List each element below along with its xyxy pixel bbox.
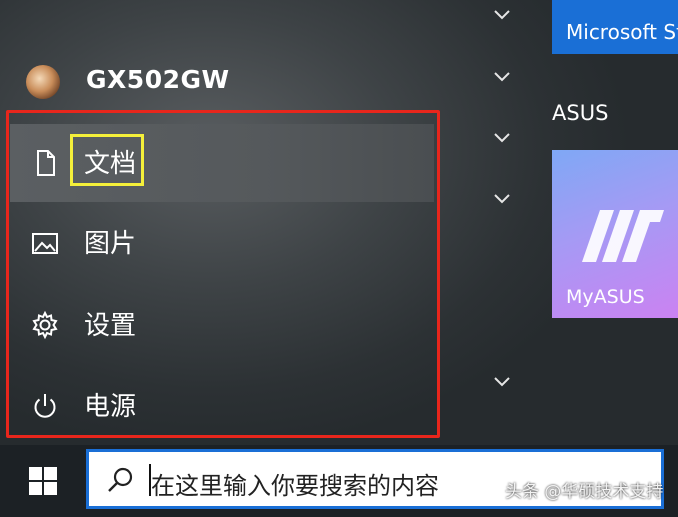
chevron-down-icon[interactable] [492,131,512,145]
tile-label: Microsoft Store [566,20,678,44]
tile-group-title: ASUS [552,101,609,125]
tile-label: MyASUS [566,286,645,308]
user-name: GX502GW [86,65,230,94]
tile-myasus[interactable]: MyASUS [552,150,678,318]
search-placeholder: 在这里输入你要搜索的内容 [151,472,439,500]
user-account[interactable]: GX502GW [0,55,440,105]
chevron-down-icon[interactable] [492,70,512,84]
windows-logo-icon [29,467,57,495]
annotation-box [6,110,440,438]
search-icon [108,467,133,492]
watermark: 头条 @华硕技术支持 [505,482,664,502]
start-menu: GX502GW 文档 图片 设置 电源 Microsoft S ASUS MyA… [0,0,678,445]
chevron-down-icon[interactable] [492,192,512,206]
start-button[interactable] [0,445,84,517]
chevron-down-icon[interactable] [492,375,512,389]
tile-microsoft-store[interactable]: Microsoft Store [552,0,678,54]
avatar [26,65,60,99]
chevron-down-icon[interactable] [492,8,512,22]
